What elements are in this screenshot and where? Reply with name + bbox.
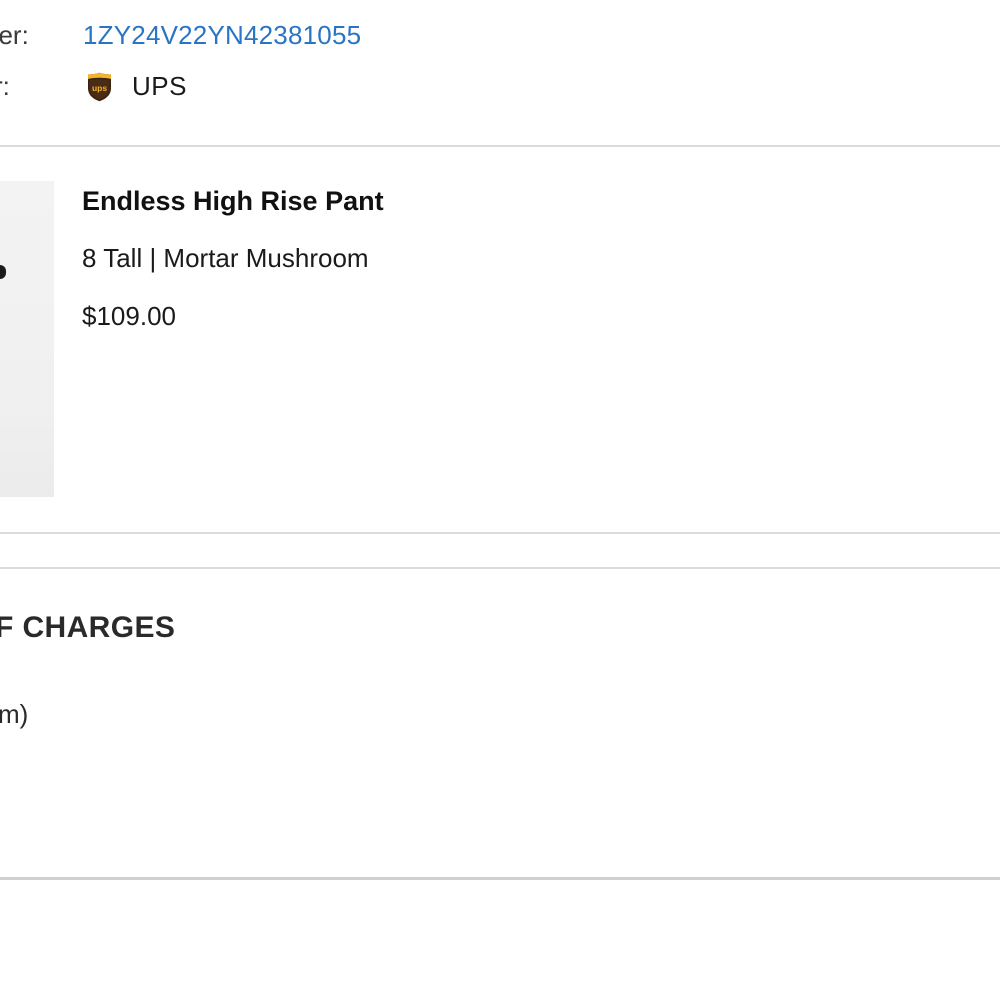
charges-line-label: m): [0, 699, 29, 729]
section-divider: [0, 877, 1000, 880]
product-thumbnail[interactable]: [0, 181, 54, 497]
carrier-name: UPS: [132, 71, 187, 101]
order-details-page: ber: 1ZY24V22YN42381055 r: ups UPS Endle…: [0, 0, 1000, 1000]
section-divider: [0, 532, 1000, 534]
product-variant: 8 Tall | Mortar Mushroom: [82, 243, 369, 273]
product-price: $109.00: [82, 301, 176, 331]
product-thumbnail-detail: [0, 265, 6, 279]
charges-heading: F CHARGES: [0, 611, 176, 644]
ups-logo-icon: ups: [87, 72, 112, 102]
carrier-label: r:: [0, 71, 10, 101]
tracking-number-label: ber:: [0, 20, 29, 50]
tracking-number-link[interactable]: 1ZY24V22YN42381055: [83, 18, 361, 52]
section-divider: [0, 567, 1000, 569]
section-divider: [0, 145, 1000, 147]
ups-logo-text: ups: [92, 83, 107, 93]
product-name[interactable]: Endless High Rise Pant: [82, 184, 384, 218]
